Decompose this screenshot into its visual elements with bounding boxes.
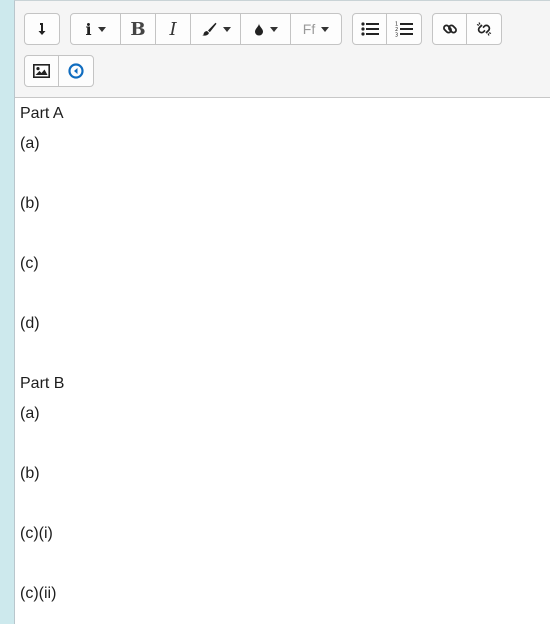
bold-icon: B bbox=[130, 18, 146, 40]
toolbar-group-links bbox=[432, 13, 502, 45]
info-icon: i bbox=[85, 19, 92, 39]
unlink-button[interactable] bbox=[467, 14, 501, 44]
ordered-list-button[interactable]: 1 2 3 bbox=[387, 14, 421, 44]
toolbar-group-collapse bbox=[24, 13, 60, 45]
content-line: (c)(ii) bbox=[20, 585, 57, 602]
content-line: (b) bbox=[20, 465, 40, 482]
drop-icon bbox=[254, 23, 263, 35]
bullet-list-icon bbox=[360, 22, 379, 36]
brush-icon bbox=[201, 22, 216, 36]
toolbar-row-2 bbox=[24, 55, 104, 87]
content-line: Part B bbox=[20, 375, 65, 392]
italic-button[interactable]: I bbox=[156, 14, 191, 44]
caret-down-icon bbox=[269, 26, 278, 32]
image-icon bbox=[33, 64, 50, 78]
background-color-button[interactable] bbox=[241, 14, 291, 44]
unordered-list-button[interactable] bbox=[353, 14, 387, 44]
italic-icon: I bbox=[169, 18, 177, 40]
font-icon: Ff bbox=[302, 21, 316, 37]
toolbar-group-media bbox=[24, 55, 94, 87]
svg-text:3: 3 bbox=[395, 33, 398, 38]
unlink-icon bbox=[476, 22, 492, 36]
content-line: (d) bbox=[20, 315, 40, 332]
media-button[interactable] bbox=[59, 56, 93, 86]
rich-text-editor: i B I Ff 1 2 3 Part A (a) (b) (c) (d) Pa… bbox=[14, 0, 550, 624]
content-line: Part A bbox=[20, 105, 64, 122]
editor-content[interactable]: Part A (a) (b) (c) (d) Part B (a) (b) (c… bbox=[15, 98, 550, 624]
bold-button[interactable]: B bbox=[121, 14, 156, 44]
caret-down-icon bbox=[222, 26, 231, 32]
link-icon bbox=[442, 24, 457, 34]
media-play-icon bbox=[68, 63, 84, 79]
editor-toolbar: i B I Ff 1 2 3 bbox=[15, 1, 550, 98]
content-line: (a) bbox=[20, 135, 40, 152]
paragraph-style-button[interactable]: i bbox=[71, 14, 121, 44]
numbered-list-icon: 1 2 3 bbox=[395, 22, 413, 38]
image-button[interactable] bbox=[25, 56, 59, 86]
font-family-button[interactable]: Ff bbox=[291, 14, 341, 44]
content-line: (c) bbox=[20, 255, 39, 272]
content-line: (c)(i) bbox=[20, 525, 53, 542]
arrow-down-right-icon bbox=[38, 23, 46, 35]
format-button[interactable] bbox=[25, 14, 59, 44]
link-button[interactable] bbox=[433, 14, 467, 44]
toolbar-group-lists: 1 2 3 bbox=[352, 13, 422, 45]
caret-down-icon bbox=[97, 26, 106, 32]
text-color-button[interactable] bbox=[191, 14, 241, 44]
content-line: (b) bbox=[20, 195, 40, 212]
caret-down-icon bbox=[321, 26, 330, 32]
content-line: (a) bbox=[20, 405, 40, 422]
toolbar-row-1: i B I Ff 1 2 3 bbox=[24, 13, 512, 45]
toolbar-group-style: i B I Ff bbox=[70, 13, 342, 45]
